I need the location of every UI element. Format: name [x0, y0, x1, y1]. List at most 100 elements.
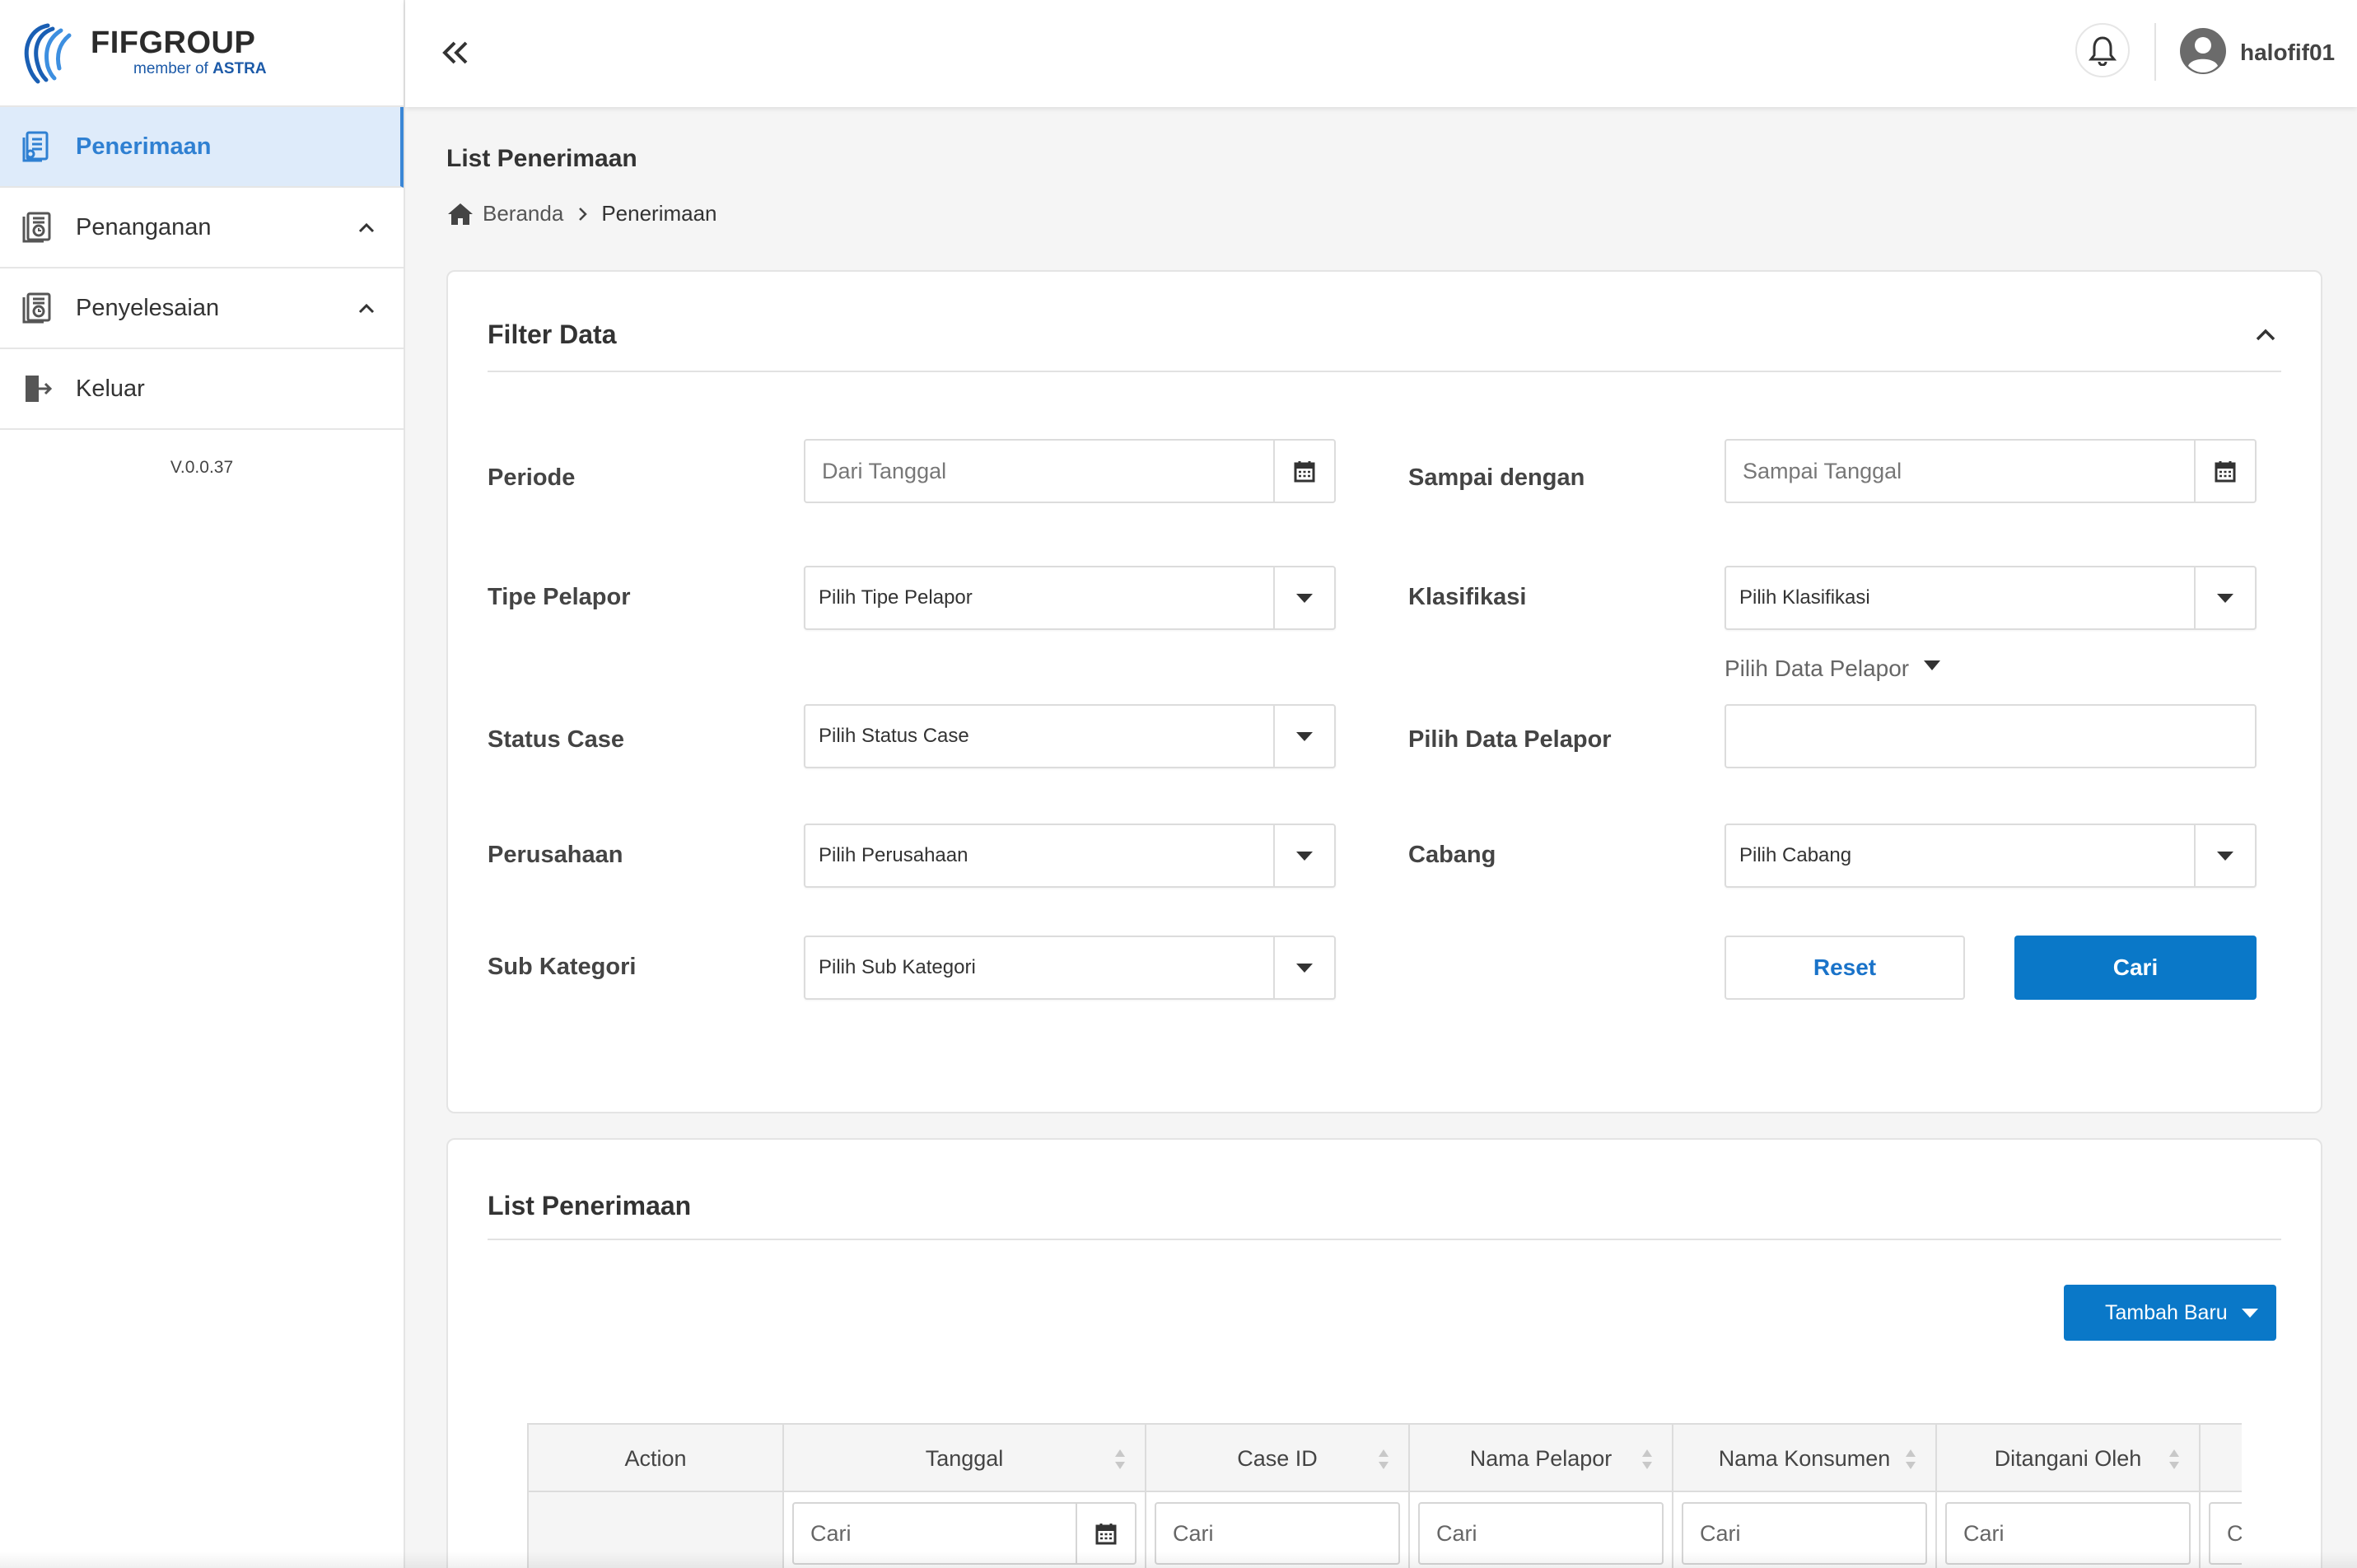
column-header-nama-pelapor[interactable]: Nama Pelapor [1410, 1425, 1673, 1492]
nama-konsumen-filter-cell: Cari [1673, 1492, 1937, 1568]
breadcrumb: Beranda Penerimaan [446, 201, 717, 226]
klasifikasi-select[interactable]: Pilih Klasifikasi [1725, 566, 2257, 630]
reset-button[interactable]: Reset [1725, 936, 1965, 1000]
chevron-up-icon[interactable] [354, 296, 379, 321]
search-placeholder: Cari [1173, 1520, 1214, 1546]
caret-down-icon [1273, 937, 1334, 998]
perusahaan-value: Pilih Perusahaan [819, 844, 968, 866]
logout-icon [18, 370, 56, 408]
case-id-search-input[interactable]: Cari [1155, 1502, 1400, 1565]
list-title: List Penerimaan [488, 1191, 692, 1220]
overflow-search-input[interactable]: C [2209, 1502, 2242, 1565]
column-header-action: Action [527, 1425, 784, 1492]
search-placeholder: Cari [1963, 1520, 2005, 1546]
sidebar-item-penanganan[interactable]: Penanganan [0, 188, 404, 268]
tanggal-search-input[interactable]: Cari [792, 1502, 1136, 1565]
column-header-case-id[interactable]: Case ID [1146, 1425, 1410, 1492]
home-icon[interactable] [446, 202, 474, 226]
cabang-select[interactable]: Pilih Cabang [1725, 824, 2257, 888]
add-new-button[interactable]: Tambah Baru [2064, 1285, 2276, 1341]
column-label: Nama Pelapor [1469, 1445, 1613, 1471]
brand-tagline: member of ASTRA [133, 60, 267, 77]
column-header-ditangani-oleh[interactable]: Ditangani Oleh [1937, 1425, 2201, 1492]
add-new-label: Tambah Baru [2105, 1300, 2228, 1324]
double-chevron-left-icon [442, 41, 468, 64]
search-placeholder: C [2227, 1520, 2242, 1546]
sort-icon[interactable] [1641, 1448, 1654, 1471]
search-button[interactable]: Cari [2014, 936, 2257, 1000]
collapse-sidebar-button[interactable] [435, 31, 478, 74]
chevron-right-icon [579, 207, 588, 221]
sidebar-item-penerimaan[interactable]: Penerimaan [0, 107, 404, 188]
sidebar-item-label: Penanganan [76, 213, 212, 240]
column-header-overflow [2201, 1425, 2242, 1492]
list-divider [488, 1239, 2281, 1240]
status-case-label: Status Case [488, 726, 625, 753]
caret-down-icon [2194, 567, 2255, 628]
notification-button[interactable] [2075, 23, 2130, 77]
periode-from-field[interactable]: Dari Tanggal [804, 439, 1336, 503]
topbar: halofif01 [405, 0, 2357, 107]
tipe-pelapor-select[interactable]: Pilih Tipe Pelapor [804, 566, 1336, 630]
username[interactable]: halofif01 [2240, 40, 2335, 66]
avatar[interactable] [2179, 27, 2227, 75]
calendar-icon[interactable] [2194, 441, 2255, 502]
sidebar-item-penyelesaian[interactable]: Penyelesaian [0, 268, 404, 349]
nama-konsumen-search-input[interactable]: Cari [1682, 1502, 1927, 1565]
column-header-nama-konsumen[interactable]: Nama Konsumen [1673, 1425, 1937, 1492]
calendar-icon[interactable] [1076, 1504, 1135, 1563]
sort-icon[interactable] [2168, 1448, 2181, 1471]
klasifikasi-label: Klasifikasi [1408, 584, 1527, 610]
ditangani-oleh-search-input[interactable]: Cari [1945, 1502, 2191, 1565]
search-placeholder: Cari [1436, 1520, 1477, 1546]
fifgroup-logo-icon [24, 23, 72, 84]
sampai-placeholder: Sampai Tanggal [1743, 458, 1902, 483]
sidebar-item-label: Keluar [76, 375, 145, 402]
brand-name: FIFGROUP [91, 26, 256, 60]
document-clock-icon [18, 208, 56, 246]
periode-label: Periode [488, 464, 576, 491]
cabang-label: Cabang [1408, 842, 1496, 868]
column-label: Ditangani Oleh [1994, 1445, 2142, 1471]
chevron-up-icon[interactable] [354, 216, 379, 240]
sampai-tanggal-field[interactable]: Sampai Tanggal [1725, 439, 2257, 503]
cabang-value: Pilih Cabang [1739, 844, 1852, 866]
pelapor-type-toggle[interactable]: Pilih Data Pelapor [1725, 656, 1941, 682]
caret-down-icon [1273, 567, 1334, 628]
sub-kategori-label: Sub Kategori [488, 954, 637, 980]
data-pelapor-field[interactable] [1725, 704, 2257, 768]
status-case-value: Pilih Status Case [819, 725, 969, 747]
case-id-filter-cell: Cari [1146, 1492, 1410, 1568]
sort-icon[interactable] [1113, 1448, 1127, 1471]
caret-down-icon [2194, 825, 2255, 886]
tipe-pelapor-value: Pilih Tipe Pelapor [819, 586, 973, 609]
sampai-label: Sampai dengan [1408, 464, 1585, 491]
document-clock-icon [18, 289, 56, 327]
sort-icon[interactable] [1377, 1448, 1390, 1471]
perusahaan-select[interactable]: Pilih Perusahaan [804, 824, 1336, 888]
sidebar-item-keluar[interactable]: Keluar [0, 349, 404, 430]
sub-kategori-select[interactable]: Pilih Sub Kategori [804, 936, 1336, 1000]
search-placeholder: Cari [1700, 1520, 1741, 1546]
calendar-icon[interactable] [1273, 441, 1334, 502]
perusahaan-label: Perusahaan [488, 842, 623, 868]
app-version: V.0.0.37 [170, 458, 234, 477]
column-header-tanggal[interactable]: Tanggal [784, 1425, 1146, 1492]
bell-icon [2089, 36, 2117, 66]
ditangani-oleh-filter-cell: Cari [1937, 1492, 2201, 1568]
sort-icon[interactable] [1904, 1448, 1917, 1471]
caret-down-icon [2242, 1309, 2258, 1318]
status-case-select[interactable]: Pilih Status Case [804, 704, 1336, 768]
data-pelapor-label: Pilih Data Pelapor [1408, 726, 1612, 753]
tipe-pelapor-label: Tipe Pelapor [488, 584, 631, 610]
tanggal-filter-cell: Cari [784, 1492, 1146, 1568]
caret-down-icon [1273, 706, 1334, 767]
action-filter-cell [527, 1492, 784, 1568]
table-header: Action Tanggal Case ID Nama Pelapor Nama… [527, 1423, 2242, 1492]
column-label: Nama Konsumen [1718, 1445, 1891, 1471]
sub-kategori-value: Pilih Sub Kategori [819, 956, 976, 978]
breadcrumb-home[interactable]: Beranda [483, 201, 563, 226]
nama-pelapor-search-input[interactable]: Cari [1418, 1502, 1664, 1565]
brand-logo[interactable]: FIFGROUP member of ASTRA [0, 0, 404, 107]
chevron-up-icon[interactable] [2252, 321, 2280, 349]
